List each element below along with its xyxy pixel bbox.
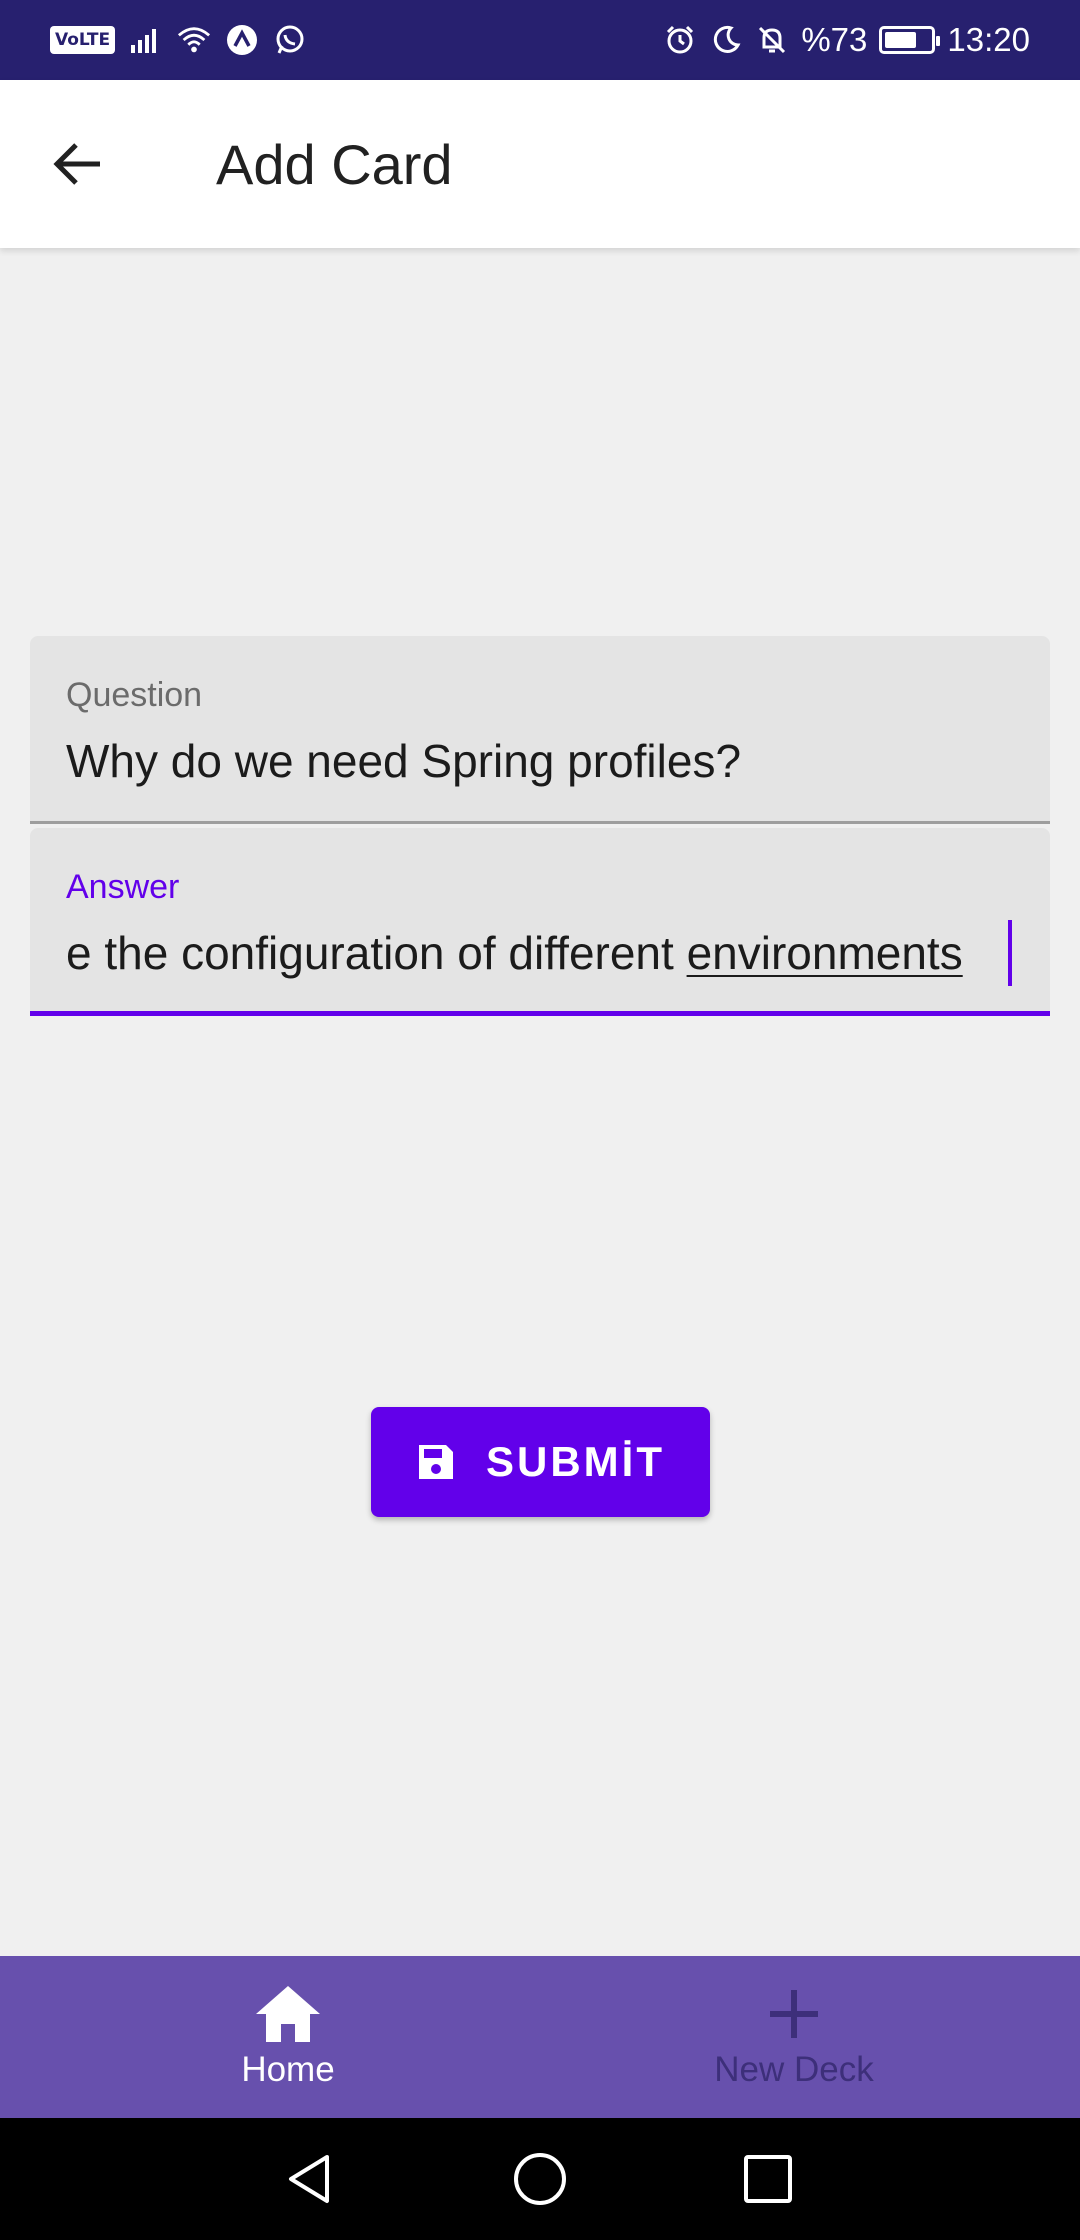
system-back-button[interactable] bbox=[272, 2142, 346, 2216]
plus-icon bbox=[770, 1990, 818, 2038]
save-icon bbox=[419, 1445, 453, 1479]
nav-item-new-deck[interactable]: New Deck bbox=[540, 1956, 1048, 2118]
system-nav-bar bbox=[0, 2118, 1080, 2240]
text-cursor bbox=[1008, 920, 1012, 986]
battery-icon bbox=[879, 26, 941, 54]
bottom-nav: Home New Deck bbox=[0, 1956, 1080, 2118]
answer-field[interactable]: Answer e the configuration of different … bbox=[30, 828, 1050, 1016]
alarm-icon bbox=[663, 23, 697, 57]
back-button[interactable] bbox=[30, 120, 126, 208]
system-home-button[interactable] bbox=[503, 2142, 577, 2216]
status-left-icons: VoLTE bbox=[50, 0, 307, 80]
answer-composing-word: environments bbox=[686, 927, 963, 979]
question-input[interactable]: Why do we need Spring profiles? bbox=[66, 734, 1046, 788]
question-field[interactable]: Question Why do we need Spring profiles? bbox=[30, 636, 1050, 824]
answer-label: Answer bbox=[66, 868, 180, 906]
question-label: Question bbox=[66, 676, 203, 714]
status-right-icons: %73 13:20 bbox=[663, 0, 1030, 80]
arrow-back-icon bbox=[53, 143, 100, 185]
nav-label-new-deck: New Deck bbox=[714, 2050, 874, 2089]
submit-button[interactable]: SUBMİT bbox=[371, 1407, 710, 1517]
triangle-back-icon bbox=[289, 2155, 329, 2203]
nav-label-home: Home bbox=[241, 2050, 335, 2089]
app-bar: Add Card bbox=[0, 80, 1080, 248]
moon-icon bbox=[709, 23, 743, 57]
status-bar: VoLTE %73 13:20 bbox=[0, 0, 1080, 80]
clock: 13:20 bbox=[947, 21, 1030, 58]
answer-input[interactable]: e the configuration of different environ… bbox=[66, 926, 1022, 980]
whatsapp-icon bbox=[273, 23, 307, 57]
circle-home-icon bbox=[514, 2153, 566, 2205]
system-recents-button[interactable] bbox=[731, 2142, 805, 2216]
page-title: Add Card bbox=[216, 133, 453, 196]
notifications-off-icon bbox=[755, 23, 789, 57]
wifi-icon bbox=[177, 23, 211, 57]
square-recents-icon bbox=[744, 2155, 792, 2203]
nav-item-home[interactable]: Home bbox=[0, 1956, 576, 2118]
volte-icon: VoLTE bbox=[50, 26, 116, 54]
battery-percent: %73 bbox=[801, 21, 868, 58]
answer-text: e the configuration of different bbox=[66, 927, 687, 979]
submit-label: SUBMİT bbox=[486, 1438, 665, 1485]
home-icon bbox=[256, 1986, 320, 2042]
signal-icon bbox=[129, 23, 163, 57]
app-notification-icon bbox=[225, 23, 259, 57]
